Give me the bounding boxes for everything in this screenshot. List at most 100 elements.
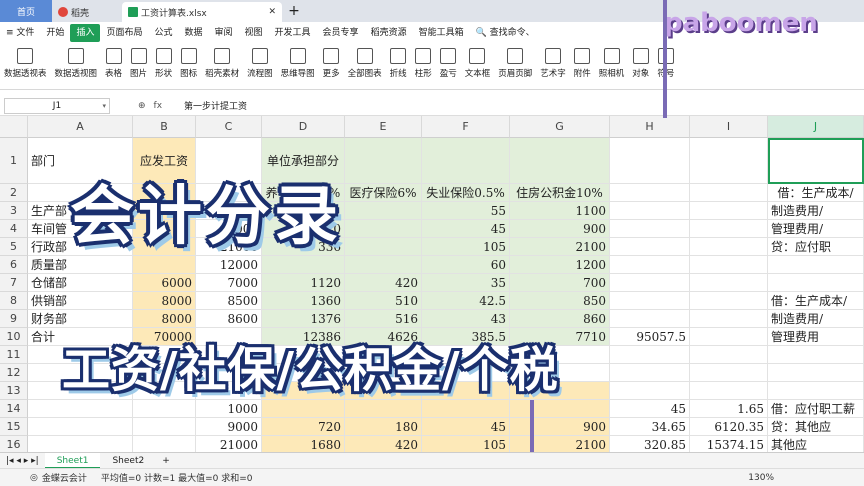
cell-F8[interactable]: 42.5 xyxy=(422,292,510,310)
cell-D15[interactable]: 720 xyxy=(262,418,345,436)
cell-I6[interactable] xyxy=(690,256,768,274)
tool-object[interactable]: 对象 xyxy=(628,48,653,79)
sheet-tab-2[interactable]: Sheet2 xyxy=(100,453,156,469)
row-header-3[interactable]: 3 xyxy=(0,202,28,220)
cell-F3[interactable]: 55 xyxy=(422,202,510,220)
row-header-11[interactable]: 11 xyxy=(0,346,28,364)
tool-shape[interactable]: 形状 xyxy=(151,48,176,79)
cell-I14[interactable]: 1.65 xyxy=(690,400,768,418)
cell-B15[interactable] xyxy=(133,418,196,436)
cell-I7[interactable] xyxy=(690,274,768,292)
cell-J12[interactable] xyxy=(768,364,864,382)
cell-B7[interactable]: 6000 xyxy=(133,274,196,292)
menu-data[interactable]: 数据 xyxy=(178,24,208,42)
column-header-D[interactable]: D xyxy=(262,116,345,138)
cell-J14[interactable]: 借：应付职工薪 xyxy=(768,400,864,418)
cell-C8[interactable]: 8500 xyxy=(196,292,262,310)
cell-C6[interactable]: 12000 xyxy=(196,256,262,274)
cell-B8[interactable]: 8000 xyxy=(133,292,196,310)
cell-J9[interactable]: 制造费用/ xyxy=(768,310,864,328)
row-header-12[interactable]: 12 xyxy=(0,364,28,382)
cell-F14[interactable] xyxy=(422,400,510,418)
cell-B6[interactable] xyxy=(133,256,196,274)
tool-camera[interactable]: 照相机 xyxy=(595,48,629,79)
cell-E2[interactable]: 医疗保险6% xyxy=(345,184,422,202)
row-header-14[interactable]: 14 xyxy=(0,400,28,418)
column-header-F[interactable]: F xyxy=(422,116,510,138)
cell-G6[interactable]: 1200 xyxy=(510,256,610,274)
cell-H5[interactable] xyxy=(610,238,690,256)
cell-I15[interactable]: 6120.35 xyxy=(690,418,768,436)
cell-I13[interactable] xyxy=(690,382,768,400)
tool-textbox[interactable]: 文本框 xyxy=(461,48,495,79)
cell-D7[interactable]: 1120 xyxy=(262,274,345,292)
cell-J1[interactable] xyxy=(768,138,864,184)
cell-B14[interactable] xyxy=(133,400,196,418)
cell-I5[interactable] xyxy=(690,238,768,256)
cell-F5[interactable]: 105 xyxy=(422,238,510,256)
cell-G7[interactable]: 700 xyxy=(510,274,610,292)
cell-H13[interactable] xyxy=(610,382,690,400)
row-header-4[interactable]: 4 xyxy=(0,220,28,238)
cell-C9[interactable]: 8600 xyxy=(196,310,262,328)
cell-B9[interactable]: 8000 xyxy=(133,310,196,328)
menu-draft-resources[interactable]: 稻壳资源 xyxy=(365,24,413,42)
cell-F2[interactable]: 失业保险0.5% xyxy=(422,184,510,202)
cell-I9[interactable] xyxy=(690,310,768,328)
tool-mindmap[interactable]: 思维导图 xyxy=(277,48,319,79)
cell-D9[interactable]: 1376 xyxy=(262,310,345,328)
tool-winloss[interactable]: 盈亏 xyxy=(436,48,461,79)
cell-J4[interactable]: 管理费用/ xyxy=(768,220,864,238)
cell-E1[interactable] xyxy=(345,138,422,184)
menu-view[interactable]: 视图 xyxy=(239,24,269,42)
row-header-1[interactable]: 1 xyxy=(0,138,28,184)
cell-J3[interactable]: 制造费用/ xyxy=(768,202,864,220)
cell-F4[interactable]: 45 xyxy=(422,220,510,238)
menu-formula[interactable]: 公式 xyxy=(148,24,178,42)
column-header-H[interactable]: H xyxy=(610,116,690,138)
cell-E8[interactable]: 510 xyxy=(345,292,422,310)
cell-I10[interactable] xyxy=(690,328,768,346)
cell-E15[interactable]: 180 xyxy=(345,418,422,436)
command-search[interactable]: 🔍 查找命令、 xyxy=(470,24,541,42)
cell-J10[interactable]: 管理费用 xyxy=(768,328,864,346)
sheet-nav-icon[interactable]: |◂ ◂ ▸ ▸| xyxy=(0,456,45,466)
cell-D8[interactable]: 1360 xyxy=(262,292,345,310)
tool-picture[interactable]: 图片 xyxy=(126,48,151,79)
tool-flowchart[interactable]: 流程图 xyxy=(243,48,277,79)
tool-attachment[interactable]: 附件 xyxy=(570,48,595,79)
cell-H9[interactable] xyxy=(610,310,690,328)
cell-G3[interactable]: 1100 xyxy=(510,202,610,220)
cell-J2[interactable]: 借：生产成本/ xyxy=(768,184,864,202)
column-header-A[interactable]: A xyxy=(28,116,133,138)
cell-G4[interactable]: 900 xyxy=(510,220,610,238)
tab-file[interactable]: 工资计算表.xlsx ✕ xyxy=(122,2,282,22)
row-header-7[interactable]: 7 xyxy=(0,274,28,292)
formula-input[interactable]: 第一步计提工资 xyxy=(184,99,247,112)
cell-E4[interactable] xyxy=(345,220,422,238)
row-header-10[interactable]: 10 xyxy=(0,328,28,346)
cell-I12[interactable] xyxy=(690,364,768,382)
cell-J11[interactable] xyxy=(768,346,864,364)
cell-G9[interactable]: 860 xyxy=(510,310,610,328)
cell-E3[interactable] xyxy=(345,202,422,220)
tool-table[interactable]: 表格 xyxy=(101,48,126,79)
column-header-E[interactable]: E xyxy=(345,116,422,138)
cell-F9[interactable]: 43 xyxy=(422,310,510,328)
cell-J6[interactable] xyxy=(768,256,864,274)
add-sheet-button[interactable]: + xyxy=(156,456,176,466)
cell-H14[interactable]: 45 xyxy=(610,400,690,418)
cell-H1[interactable] xyxy=(610,138,690,184)
cell-H11[interactable] xyxy=(610,346,690,364)
row-header-13[interactable]: 13 xyxy=(0,382,28,400)
cell-I11[interactable] xyxy=(690,346,768,364)
cell-H4[interactable] xyxy=(610,220,690,238)
cell-F1[interactable] xyxy=(422,138,510,184)
cell-H6[interactable] xyxy=(610,256,690,274)
cell-A7[interactable]: 仓储部 xyxy=(28,274,133,292)
cell-G2[interactable]: 住房公积金10% xyxy=(510,184,610,202)
close-icon[interactable]: ✕ xyxy=(268,7,276,17)
cell-I1[interactable] xyxy=(690,138,768,184)
cell-F15[interactable]: 45 xyxy=(422,418,510,436)
cell-G5[interactable]: 2100 xyxy=(510,238,610,256)
